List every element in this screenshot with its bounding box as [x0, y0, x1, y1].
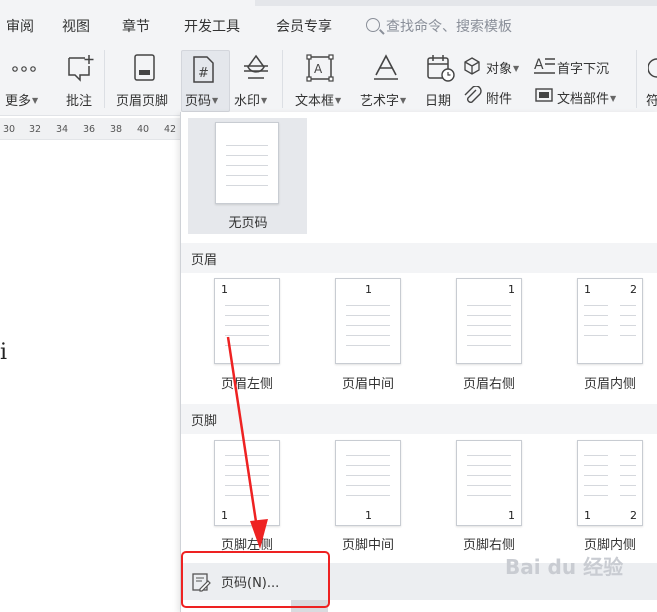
- header-inside-label: 页眉内侧: [583, 377, 636, 392]
- svg-text:A: A: [314, 62, 323, 76]
- no-page-number-label: 无页码: [228, 216, 268, 231]
- object-icon: [464, 57, 480, 75]
- page-number-digit: 1: [365, 509, 372, 522]
- symbol-button[interactable]: 符: [646, 90, 657, 109]
- baidu-watermark: Bai du 经验: [505, 555, 624, 579]
- ruler-tick: 42: [164, 124, 177, 135]
- footer-right-option[interactable]: 1: [456, 440, 522, 526]
- page-number-digit: 1: [221, 283, 228, 296]
- attachment-button[interactable]: 附件: [486, 88, 512, 107]
- ribbon-separator: [636, 50, 637, 108]
- dropcap-button[interactable]: 首字下沉: [557, 58, 609, 77]
- page-number-digit: 1: [508, 509, 515, 522]
- header-section-label: 页眉: [191, 253, 218, 268]
- ruler-tick: 30: [3, 124, 16, 135]
- textbox-button[interactable]: 文本框▼: [295, 90, 341, 109]
- attachment-icon: [464, 86, 482, 103]
- page-number-digit: 1: [508, 283, 515, 296]
- wordart-icon: [374, 54, 398, 80]
- header-center-option[interactable]: 1: [335, 278, 401, 364]
- page-number-digit: 2: [630, 283, 637, 296]
- object-button[interactable]: 对象▼: [486, 58, 519, 77]
- header-right-label: 页眉右侧: [462, 377, 515, 392]
- title-strip: [255, 0, 657, 6]
- caret-down-icon: ▼: [400, 96, 407, 105]
- caret-down-icon: ▼: [261, 96, 268, 105]
- header-right-option[interactable]: 1: [456, 278, 522, 364]
- page-number-icon: #: [193, 56, 214, 83]
- page-number-label: 页码: [185, 94, 212, 109]
- page-number-digit: 1: [365, 283, 372, 296]
- page-number-button[interactable]: 页码▼: [185, 90, 218, 109]
- tab-members[interactable]: 会员专享: [276, 16, 332, 36]
- search-placeholder: 查找命令、搜索模板: [386, 19, 512, 35]
- page-number-digit: 1: [584, 509, 591, 522]
- document-parts-icon: [535, 88, 553, 102]
- command-search[interactable]: 查找命令、搜索模板: [366, 16, 512, 36]
- date-button[interactable]: 日期: [425, 90, 451, 109]
- more-label: 更多: [5, 94, 32, 109]
- more-button[interactable]: 更多▼: [5, 90, 38, 109]
- caret-down-icon: ▼: [212, 96, 219, 105]
- ruler-tick: 38: [110, 124, 123, 135]
- caret-down-icon: ▼: [513, 64, 520, 73]
- search-icon: [366, 18, 380, 32]
- wordart-button[interactable]: 艺术字▼: [360, 90, 406, 109]
- more-dots-icon: [12, 66, 36, 72]
- page-number-digit: 1: [584, 283, 591, 296]
- textbox-label: 文本框: [295, 94, 335, 109]
- document-parts-label: 文档部件: [557, 92, 610, 107]
- tab-developer[interactable]: 开发工具: [184, 16, 240, 36]
- ruler-tick: 40: [137, 124, 150, 135]
- tab-view[interactable]: 视图: [62, 16, 90, 36]
- caret-down-icon: ▼: [335, 96, 342, 105]
- document-parts-button[interactable]: 文档部件▼: [557, 88, 616, 107]
- header-inside-option[interactable]: 1 2: [577, 278, 643, 364]
- annotation-arrow-icon: [226, 336, 268, 549]
- object-label: 对象: [486, 62, 513, 77]
- tab-review[interactable]: 审阅: [6, 16, 34, 36]
- footer-inside-option[interactable]: 1 2: [577, 440, 643, 526]
- header-center-label: 页眉中间: [341, 377, 394, 392]
- ribbon-separator: [104, 50, 105, 108]
- caret-down-icon: ▼: [610, 94, 617, 103]
- svg-text:#: #: [198, 66, 209, 81]
- ruler-tick: 34: [56, 124, 69, 135]
- textbox-icon: A: [306, 54, 334, 82]
- document-canvas[interactable]: [0, 140, 180, 612]
- page-number-digit: 2: [630, 509, 637, 522]
- ribbon-separator: [282, 50, 283, 108]
- caret-down-icon: ▼: [32, 96, 39, 105]
- header-footer-button[interactable]: 页眉页脚: [116, 90, 168, 109]
- symbol-icon: [648, 58, 657, 78]
- header-footer-icon: [134, 54, 155, 81]
- ruler-tick: 36: [83, 124, 96, 135]
- watermark-button[interactable]: 水印▼: [234, 90, 267, 109]
- dropcap-icon: A: [534, 57, 555, 74]
- tab-sections[interactable]: 章节: [122, 16, 150, 36]
- watermark-icon: [244, 54, 268, 79]
- comment-button[interactable]: 批注: [66, 90, 92, 109]
- document-text: i: [0, 340, 8, 365]
- annotation-highlight-box: [181, 551, 330, 608]
- footer-center-label: 页脚中间: [341, 538, 394, 553]
- date-icon: [427, 55, 455, 82]
- comment-icon: [68, 55, 94, 82]
- svg-text:A: A: [534, 57, 544, 73]
- footer-section-label: 页脚: [191, 414, 218, 429]
- wordart-label: 艺术字: [360, 94, 400, 109]
- footer-center-option[interactable]: 1: [335, 440, 401, 526]
- ruler-tick: 32: [29, 124, 42, 135]
- page-thumbnail: [215, 122, 279, 204]
- watermark-label: 水印: [234, 94, 261, 109]
- header-section: 页眉: [181, 243, 657, 273]
